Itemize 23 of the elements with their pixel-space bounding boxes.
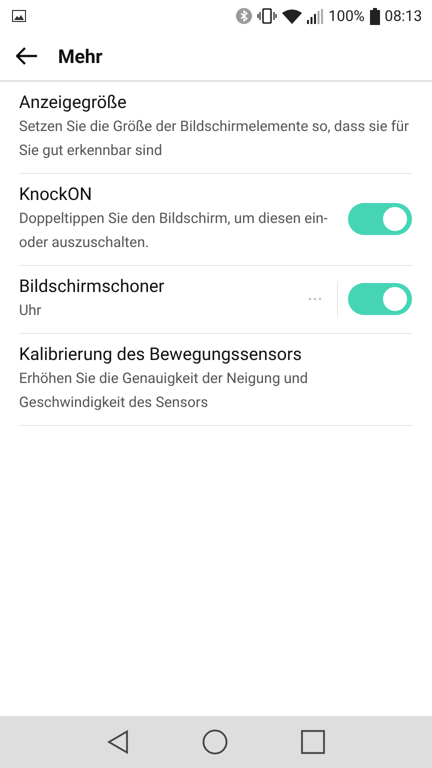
- setting-title[interactable]: Kalibrierung des Bewegungssensors: [19, 343, 412, 367]
- setting-title[interactable]: KnockON: [19, 183, 348, 207]
- toggle-switch[interactable]: [348, 203, 412, 235]
- setting-title[interactable]: Bildschirmschoner: [19, 275, 307, 299]
- vibrate-icon: [257, 8, 278, 24]
- signal-icon: [307, 8, 324, 24]
- setting-summary: Setzen Sie die Größe der Bildschirmelemente so, dass sie für Sie gut erkennbar sind: [19, 117, 410, 161]
- battery-icon: [370, 8, 380, 24]
- clock: 08:13: [384, 7, 422, 25]
- setting-title[interactable]: Anzeigegröße: [19, 91, 412, 115]
- back-button[interactable]: [16, 47, 38, 65]
- home-button[interactable]: [202, 729, 228, 755]
- image-icon: [12, 10, 26, 22]
- setting-summary: Uhr: [19, 301, 42, 321]
- back-nav-button[interactable]: [106, 730, 129, 754]
- battery-percent: 100%: [328, 7, 365, 25]
- setting-summary: Doppeltippen Sie den Bildschirm, um diesen ein- oder auszuschalten.: [19, 209, 329, 253]
- wifi-icon: [282, 8, 302, 24]
- screen-title: Mehr: [58, 44, 102, 68]
- bluetooth-icon: [236, 8, 252, 24]
- setting-summary: Erhöhen Sie die Genauigkeit der Neigung und Geschwindigkeit des Sensors: [19, 369, 309, 413]
- recents-button[interactable]: [301, 730, 326, 754]
- toggle-switch[interactable]: [348, 283, 412, 315]
